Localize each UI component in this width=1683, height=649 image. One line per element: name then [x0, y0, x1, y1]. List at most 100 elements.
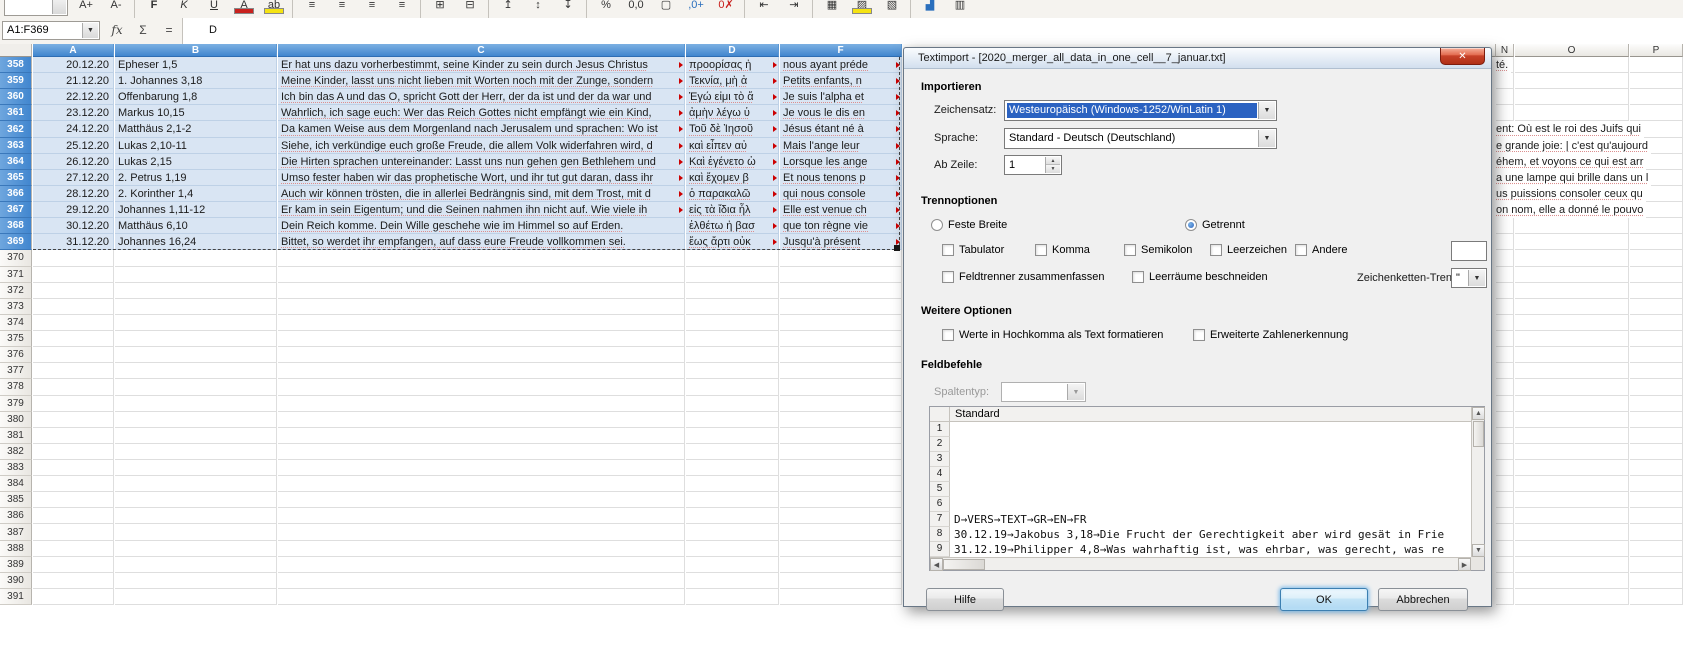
row-header-380[interactable]: 380 — [0, 412, 32, 428]
other-checkbox[interactable]: Andere — [1295, 243, 1347, 257]
cell[interactable] — [1496, 412, 1514, 428]
cell[interactable]: 23.12.20 — [33, 105, 114, 121]
cell[interactable] — [1630, 250, 1683, 266]
overflow-text[interactable]: us puissions consoler ceux qu — [1496, 186, 1646, 202]
cell[interactable] — [1630, 524, 1683, 540]
cell[interactable] — [33, 589, 114, 605]
font-color-icon[interactable]: A — [230, 0, 258, 16]
cell[interactable] — [686, 347, 779, 363]
scroll-right-icon[interactable]: ▶ — [1458, 558, 1471, 571]
cell[interactable]: nous ayant préde — [780, 57, 902, 73]
spin-down-icon[interactable]: ▼ — [1046, 164, 1060, 173]
row-header-362[interactable]: 362 — [0, 121, 32, 137]
cell[interactable] — [780, 396, 902, 412]
cell[interactable] — [1515, 573, 1629, 589]
cell[interactable]: 2. Petrus 1,19 — [115, 170, 277, 186]
cell[interactable] — [115, 476, 277, 492]
align-top-icon[interactable]: ↥ — [494, 0, 522, 16]
cell[interactable]: Umso fester haben wir das prophetische W… — [278, 170, 685, 186]
cell[interactable] — [1496, 541, 1514, 557]
cell[interactable] — [278, 589, 685, 605]
cell[interactable]: Ἐγώ εἰμι τὸ ἄ — [686, 89, 779, 105]
cell[interactable] — [115, 283, 277, 299]
cell[interactable] — [278, 476, 685, 492]
cell[interactable]: Τοῦ δὲ Ἰησοῦ — [686, 121, 779, 137]
cell[interactable] — [780, 379, 902, 395]
space-checkbox[interactable]: Leerzeichen — [1210, 243, 1287, 257]
cell[interactable] — [115, 331, 277, 347]
row-header-389[interactable]: 389 — [0, 557, 32, 573]
name-box-dropdown-icon[interactable]: ▼ — [82, 23, 98, 38]
cell[interactable] — [33, 283, 114, 299]
cell[interactable]: Dein Reich komme. Dein Wille geschehe wi… — [278, 218, 685, 234]
cell[interactable]: que ton règne vie — [780, 218, 902, 234]
cell[interactable] — [686, 379, 779, 395]
cell[interactable]: 26.12.20 — [33, 154, 114, 170]
cell[interactable]: Meine Kinder, lasst uns nicht lieben mit… — [278, 73, 685, 89]
cell[interactable] — [1496, 428, 1514, 444]
cell[interactable] — [1630, 573, 1683, 589]
cell[interactable]: καὶ εἶπεν αὐ — [686, 138, 779, 154]
select-all-corner[interactable] — [0, 44, 32, 57]
cell[interactable] — [780, 541, 902, 557]
cell[interactable] — [1496, 444, 1514, 460]
cell[interactable]: Jusqu'à présent — [780, 234, 902, 250]
align-left-icon[interactable]: ≡ — [298, 0, 326, 16]
cell[interactable] — [1630, 379, 1683, 395]
cell[interactable] — [686, 299, 779, 315]
cell[interactable] — [1515, 331, 1629, 347]
cell[interactable] — [686, 283, 779, 299]
formula-input[interactable]: D — [182, 18, 1683, 44]
cell[interactable]: Auch wir können trösten, die in allerlei… — [278, 186, 685, 202]
scroll-up-icon[interactable]: ▲ — [1472, 407, 1485, 420]
cell[interactable]: Je vous le dis en — [780, 105, 902, 121]
cell[interactable] — [278, 315, 685, 331]
cell[interactable] — [1496, 557, 1514, 573]
column-header-O[interactable]: O — [1515, 44, 1629, 57]
cell[interactable] — [1630, 283, 1683, 299]
cell[interactable] — [115, 573, 277, 589]
cell[interactable] — [1630, 508, 1683, 524]
cell[interactable] — [686, 476, 779, 492]
cell[interactable] — [33, 541, 114, 557]
row-header-385[interactable]: 385 — [0, 492, 32, 508]
cell[interactable] — [686, 396, 779, 412]
column-type-select[interactable]: ▼ — [1001, 382, 1086, 402]
cell[interactable]: προορίσας ἡ — [686, 57, 779, 73]
chevron-down-icon[interactable]: ▼ — [1258, 102, 1275, 119]
cell[interactable] — [780, 363, 902, 379]
cell[interactable]: 25.12.20 — [33, 138, 114, 154]
cell[interactable] — [33, 412, 114, 428]
cell[interactable] — [780, 573, 902, 589]
merge-center-icon[interactable]: ⊟ — [456, 0, 484, 16]
tab-checkbox[interactable]: Tabulator — [942, 243, 1004, 257]
cell[interactable]: Matthäus 6,10 — [115, 218, 277, 234]
cell[interactable] — [115, 299, 277, 315]
row-header-382[interactable]: 382 — [0, 444, 32, 460]
cell[interactable] — [115, 347, 277, 363]
cell[interactable] — [1630, 89, 1683, 105]
cell[interactable] — [278, 524, 685, 540]
row-header-365[interactable]: 365 — [0, 170, 32, 186]
increase-font-size-icon[interactable]: A+ — [72, 0, 100, 16]
comma-checkbox[interactable]: Komma — [1035, 243, 1090, 257]
cell[interactable] — [1515, 299, 1629, 315]
cell[interactable] — [1630, 460, 1683, 476]
cell[interactable] — [1515, 476, 1629, 492]
merge-cells-icon[interactable]: ⊞ — [426, 0, 454, 16]
cell[interactable] — [780, 444, 902, 460]
column-header-N[interactable]: N — [1496, 44, 1514, 57]
scrollbar-thumb[interactable] — [943, 559, 985, 570]
cell[interactable] — [686, 508, 779, 524]
cell[interactable] — [1496, 234, 1514, 250]
row-header-366[interactable]: 366 — [0, 186, 32, 202]
cell[interactable]: Lukas 2,15 — [115, 154, 277, 170]
underline-icon[interactable]: U — [200, 0, 228, 16]
row-header-375[interactable]: 375 — [0, 331, 32, 347]
cell[interactable] — [1496, 105, 1514, 121]
cell[interactable] — [1496, 363, 1514, 379]
chart-icon[interactable]: ▟ — [916, 0, 944, 16]
cell[interactable] — [1515, 218, 1629, 234]
center-vertically-icon[interactable]: ↕ — [524, 0, 552, 16]
cell[interactable] — [1515, 89, 1629, 105]
